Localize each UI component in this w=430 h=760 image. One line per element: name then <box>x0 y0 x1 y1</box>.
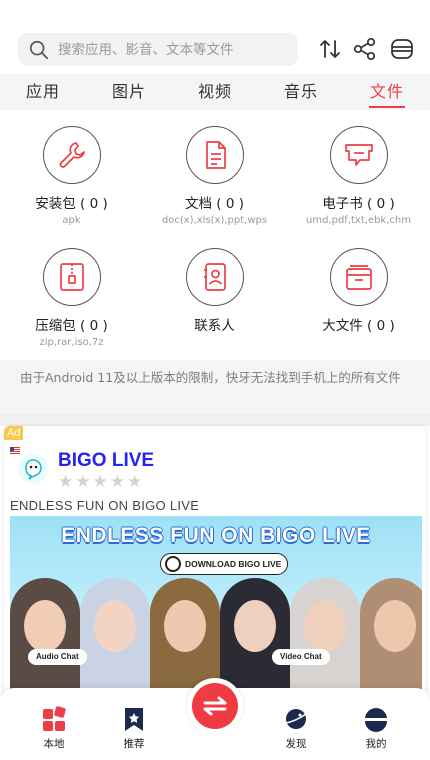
star-icon: ★ <box>58 472 74 492</box>
menu-icon[interactable] <box>389 36 415 62</box>
category-tabs: 应用 图片 视频 音乐 文件 <box>0 74 430 110</box>
search-bar[interactable] <box>18 33 298 66</box>
star-icon: ★ <box>127 472 143 492</box>
category-documents[interactable]: 文档 ( 0 ) doc(x),xls(x),ppt,wps <box>143 126 286 226</box>
ad-badge: Ad <box>4 426 24 440</box>
archive-icon <box>59 263 84 291</box>
tab-images[interactable]: 图片 <box>86 74 172 110</box>
category-icon-circle <box>185 248 244 306</box>
category-subtitle: apk <box>62 215 81 226</box>
grid-icon <box>43 706 66 731</box>
tab-music[interactable]: 音乐 <box>258 74 344 110</box>
category-title: 压缩包 ( 0 ) <box>35 318 108 334</box>
ebook-icon <box>344 144 373 166</box>
search-input[interactable] <box>58 41 278 58</box>
download-label: DOWNLOAD BIGO LIVE <box>185 559 282 569</box>
category-title: 文档 ( 0 ) <box>185 196 244 212</box>
video-chat-label: Video Chat <box>272 649 330 665</box>
category-subtitle: umd,pdf,txt,ebk,chm <box>306 215 411 226</box>
category-subtitle: zip,rar,iso,7z <box>39 337 104 348</box>
top-bar <box>0 0 430 74</box>
download-button[interactable]: DOWNLOAD BIGO LIVE <box>160 553 288 575</box>
transfer-button[interactable] <box>187 678 243 734</box>
rating-stars: ★ ★ ★ ★ ★ <box>58 473 142 491</box>
us-flag-icon <box>10 447 20 454</box>
nav-mine[interactable]: 我的 <box>346 706 406 751</box>
ad-app-name[interactable]: BIGO LIVE <box>58 450 154 472</box>
tab-videos[interactable]: 视频 <box>172 74 258 110</box>
category-title: 电子书 ( 0 ) <box>322 196 395 212</box>
category-apk[interactable]: 安装包 ( 0 ) apk <box>0 126 143 226</box>
category-contacts[interactable]: 联系人 <box>143 248 286 337</box>
nav-label: 我的 <box>365 738 387 750</box>
share-icon[interactable] <box>352 36 378 62</box>
tab-apps[interactable]: 应用 <box>0 74 86 110</box>
android-limit-notice: 由于Android 11及以上版本的限制，快牙无法找到手机上的所有文件 <box>0 360 430 414</box>
document-icon <box>205 141 226 169</box>
category-archives[interactable]: 压缩包 ( 0 ) zip,rar,iso,7z <box>0 248 143 348</box>
nav-recommend[interactable]: 推荐 <box>104 706 164 751</box>
search-icon <box>29 40 49 59</box>
contacts-icon <box>203 263 226 291</box>
nav-discover[interactable]: 发现 <box>266 706 326 751</box>
magnifier-icon <box>165 556 181 572</box>
transfer-icon <box>203 696 227 716</box>
bigo-logo-icon <box>18 454 48 484</box>
tab-files[interactable]: 文件 <box>344 74 430 110</box>
wrench-icon <box>59 142 85 168</box>
ad-card[interactable]: Ad BIGO LIVE ★ ★ ★ ★ ★ ENDLESS FUN ON BI… <box>4 426 426 716</box>
nav-label: 发现 <box>285 738 307 750</box>
sort-icon[interactable] <box>317 36 343 62</box>
transfer-button-core <box>192 683 238 729</box>
file-category-grid: 安装包 ( 0 ) apk 文档 ( 0 ) doc(x),xls(x),ppt… <box>0 118 430 358</box>
category-icon-circle <box>329 126 388 184</box>
nav-label: 本地 <box>43 738 65 750</box>
category-title: 安装包 ( 0 ) <box>35 196 108 212</box>
bookmark-star-icon <box>125 708 143 731</box>
category-title: 联系人 <box>194 318 235 334</box>
star-icon: ★ <box>92 472 108 492</box>
category-subtitle: doc(x),xls(x),ppt,wps <box>161 215 268 226</box>
large-file-icon <box>345 265 372 290</box>
banner-headline: ENDLESS FUN ON BIGO LIVE <box>61 524 371 547</box>
nav-local[interactable]: 本地 <box>24 706 84 751</box>
star-icon: ★ <box>75 472 91 492</box>
category-icon-circle <box>185 126 244 184</box>
audio-chat-label: Audio Chat <box>28 649 87 665</box>
category-icon-circle <box>42 126 101 184</box>
planet-icon <box>285 709 307 729</box>
star-icon: ★ <box>109 472 125 492</box>
category-large-files[interactable]: 大文件 ( 0 ) <box>287 248 430 337</box>
ad-description: ENDLESS FUN ON BIGO LIVE <box>10 498 200 513</box>
category-icon-circle <box>42 248 101 306</box>
profile-icon <box>365 708 387 732</box>
category-title: 大文件 ( 0 ) <box>322 318 395 334</box>
category-icon-circle <box>329 248 388 306</box>
category-ebooks[interactable]: 电子书 ( 0 ) umd,pdf,txt,ebk,chm <box>287 126 430 226</box>
nav-label: 推荐 <box>123 738 145 750</box>
section-divider <box>0 414 430 426</box>
